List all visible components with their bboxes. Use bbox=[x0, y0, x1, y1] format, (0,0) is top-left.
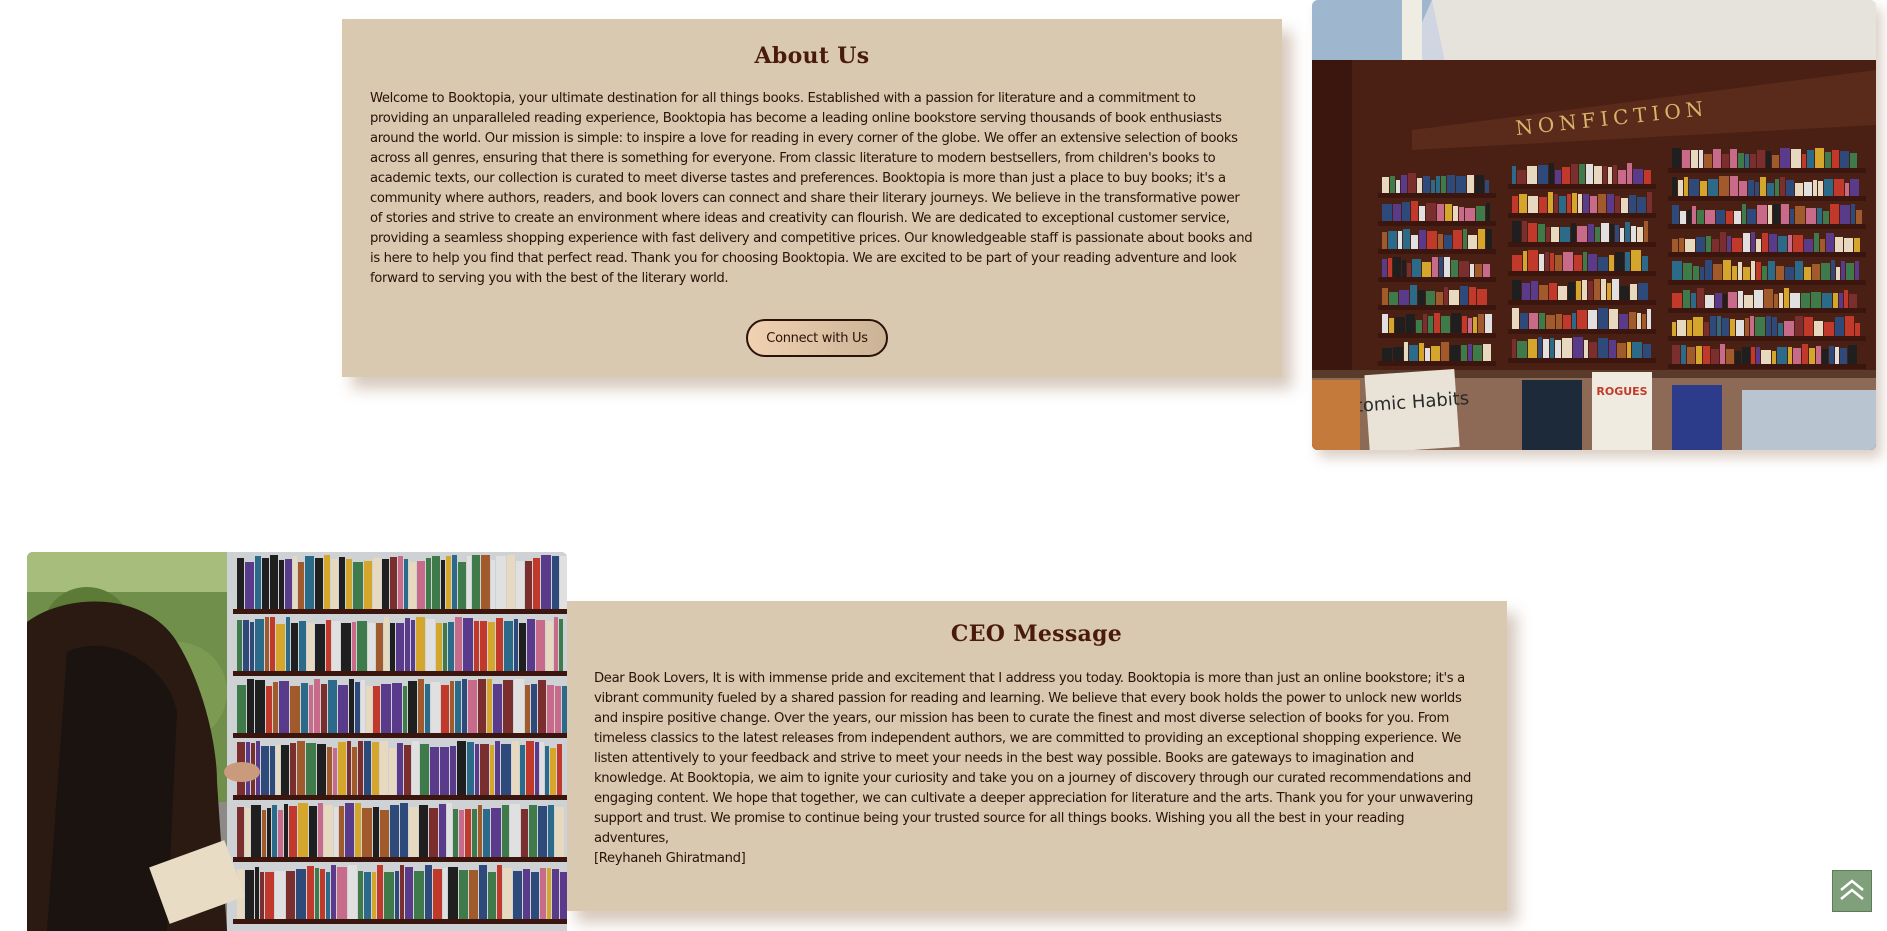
reader-at-bookshelf-photo bbox=[27, 552, 567, 931]
ceo-message-section: CEO Message Dear Book Lovers, It is with… bbox=[566, 601, 1507, 911]
ceo-message-text: Dear Book Lovers, It is with immense pri… bbox=[594, 671, 1473, 846]
double-chevron-up-icon bbox=[1837, 875, 1867, 908]
ceo-message-title: CEO Message bbox=[950, 621, 1123, 647]
ceo-signature: [Reyhaneh Ghiratmand] bbox=[594, 851, 746, 866]
connect-with-us-button[interactable]: Connect with Us bbox=[746, 319, 888, 357]
about-us-text: Welcome to Booktopia, your ultimate dest… bbox=[370, 91, 1253, 286]
about-us-title: About Us bbox=[754, 43, 870, 69]
bookstore-shelves-photo: NONFICTION Atomic Habits ROGUES bbox=[1312, 0, 1876, 450]
rogues-book-title: ROGUES bbox=[1596, 385, 1647, 398]
scroll-to-top-button[interactable] bbox=[1832, 870, 1872, 912]
about-us-section: About Us Welcome to Booktopia, your ulti… bbox=[342, 19, 1282, 377]
